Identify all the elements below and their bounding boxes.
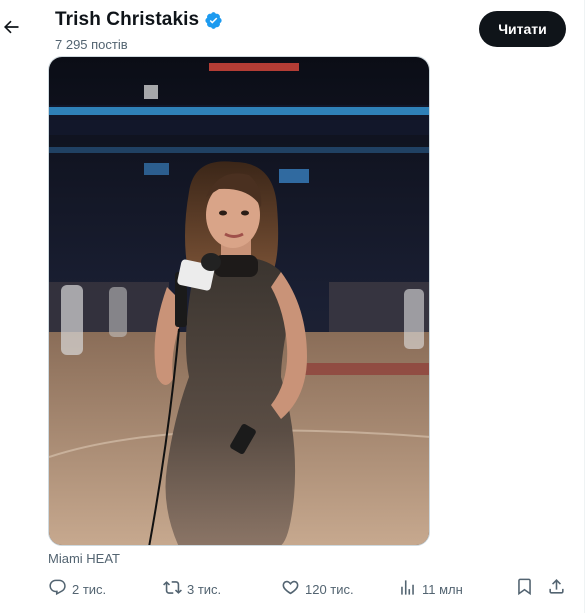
views-chart-icon: [398, 578, 417, 600]
reply-button[interactable]: 2 тис.: [48, 578, 106, 600]
verified-badge-icon: [204, 11, 223, 30]
reply-count: 2 тис.: [72, 581, 107, 597]
arrow-left-icon: [1, 17, 21, 42]
bookmark-button[interactable]: [513, 578, 535, 600]
repost-icon: [163, 578, 182, 600]
reply-icon: [48, 578, 67, 600]
top-bar: Trish Christakis 7 295 постів Читати: [0, 0, 584, 56]
media-caption: Miami HEAT: [48, 551, 120, 566]
share-button[interactable]: [545, 578, 567, 600]
profile-name[interactable]: Trish Christakis: [55, 9, 199, 31]
photo-arena-reporter: [49, 57, 429, 545]
post-action-bar: 2 тис. 3 тис. 120 тис. 11 млн: [0, 575, 584, 605]
views-button[interactable]: 11 млн: [398, 578, 463, 600]
repost-button[interactable]: 3 тис.: [163, 578, 221, 600]
share-icon: [547, 577, 566, 601]
heart-icon: [281, 578, 300, 600]
views-count: 11 млн: [422, 581, 463, 597]
like-button[interactable]: 120 тис.: [281, 578, 354, 600]
post-photo[interactable]: [48, 56, 430, 546]
follow-button[interactable]: Читати: [479, 11, 566, 47]
post-detail-page: Trish Christakis 7 295 постів Читати Mia…: [0, 0, 585, 613]
bookmark-icon: [515, 577, 534, 601]
post-count: 7 295 постів: [55, 37, 128, 52]
profile-title: Trish Christakis: [55, 9, 223, 31]
repost-count: 3 тис.: [187, 581, 222, 597]
like-count: 120 тис.: [305, 581, 354, 597]
back-button[interactable]: [0, 12, 22, 46]
